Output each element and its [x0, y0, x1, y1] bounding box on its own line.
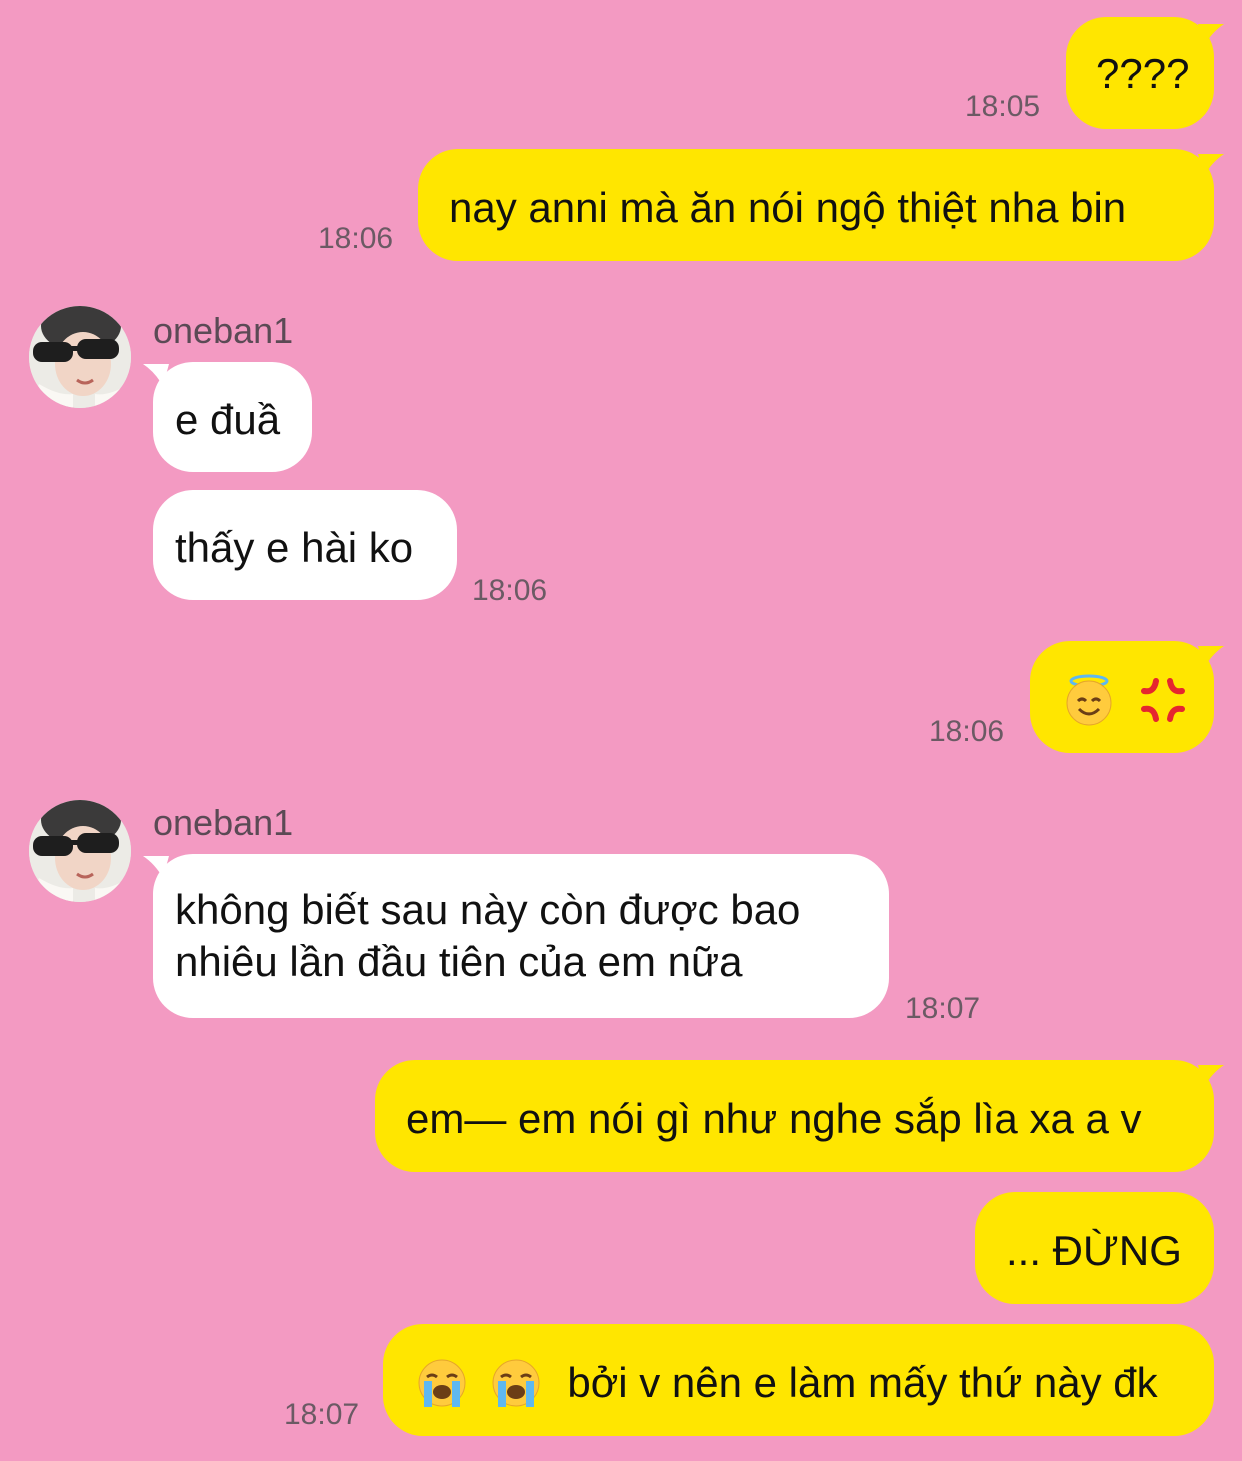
bubble-tail — [1198, 1065, 1224, 1087]
anger-symbol-emoji-icon — [1140, 677, 1185, 722]
bubble-tail — [143, 856, 169, 878]
message-text-line-1: không biết sau này còn được bao — [175, 886, 801, 933]
outgoing-message-bubble[interactable]: bởi v nên e làm mấy thứ này đk — [383, 1324, 1214, 1436]
message-timestamp: 18:06 — [929, 715, 1005, 748]
incoming-message-bubble[interactable]: e đuầ — [153, 362, 312, 472]
bubble-tail — [143, 364, 169, 386]
message-text-line-2: nhiêu lần đầu tiên của em nữa — [175, 938, 743, 985]
incoming-message-bubble[interactable]: thấy e hài ko — [153, 490, 457, 600]
message-text: nay anni mà ăn nói ngộ thiệt nha bin — [449, 183, 1127, 231]
innocent-smiling-halo-emoji-icon — [1066, 674, 1112, 726]
message-timestamp: 18:07 — [905, 992, 981, 1025]
message-timestamp: 18:05 — [965, 90, 1041, 123]
bubble-tail — [1198, 646, 1224, 668]
message-text: ???? — [1096, 49, 1190, 97]
outgoing-message-bubble[interactable]: em— em nói gì như nghe sắp lìa xa a v — [375, 1060, 1214, 1172]
message-text: thấy e hài ko — [175, 523, 414, 571]
sender-name: oneban1 — [153, 310, 294, 351]
sender-name: oneban1 — [153, 802, 294, 843]
outgoing-message-bubble[interactable]: nay anni mà ăn nói ngộ thiệt nha bin — [418, 149, 1214, 261]
message-timestamp: 18:06 — [318, 222, 394, 255]
outgoing-message-bubble[interactable]: ???? — [1066, 17, 1214, 129]
incoming-message-bubble[interactable]: không biết sau này còn được bao nhiêu lầ… — [153, 854, 889, 1018]
outgoing-message-bubble[interactable] — [1030, 641, 1214, 753]
message-text: ... ĐỪNG — [1006, 1226, 1182, 1274]
contact-avatar[interactable] — [29, 306, 131, 408]
message-text: bởi v nên e làm mấy thứ này đk — [567, 1358, 1158, 1406]
bubble-tail — [1198, 24, 1224, 46]
message-text: e đuầ — [175, 395, 281, 443]
loudly-crying-face-emoji-icon — [492, 1359, 540, 1407]
avatar-photo-icon — [29, 306, 131, 408]
outgoing-message-bubble[interactable]: ... ĐỪNG — [975, 1192, 1214, 1304]
message-timestamp: 18:06 — [472, 574, 548, 607]
message-text: em— em nói gì như nghe sắp lìa xa a v — [406, 1094, 1142, 1142]
loudly-crying-face-emoji-icon — [418, 1359, 466, 1407]
bubble-tail — [1198, 154, 1224, 176]
contact-avatar[interactable] — [29, 800, 131, 902]
avatar-photo-icon — [29, 800, 131, 902]
message-timestamp: 18:07 — [284, 1398, 360, 1431]
